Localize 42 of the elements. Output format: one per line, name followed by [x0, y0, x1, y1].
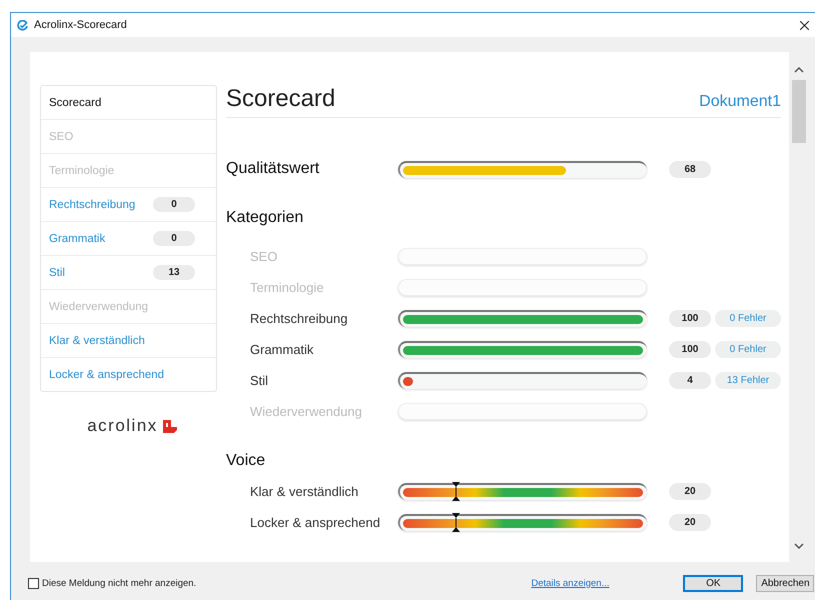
logo-icon — [162, 420, 178, 432]
app-icon — [17, 20, 28, 30]
score-value: 4 — [669, 372, 711, 389]
sidebar-item[interactable]: Grammatik 0 — [41, 222, 216, 256]
error-count[interactable]: 13 Fehler — [715, 372, 781, 389]
section-title: Voice — [226, 452, 266, 470]
sidebar-item[interactable]: Scorecard — [41, 86, 216, 120]
page-title: Scorecard — [226, 85, 336, 113]
sidebar-item[interactable]: Klar & verständlich — [41, 324, 216, 358]
sidebar-item[interactable]: Locker & ansprechend — [41, 358, 216, 391]
window-title: Acrolinx-Scorecard — [34, 19, 128, 31]
details-link[interactable]: Details anzeigen... — [531, 578, 610, 588]
ok-button[interactable]: OK — [683, 574, 744, 592]
checkbox-box[interactable] — [28, 578, 39, 588]
error-count[interactable]: 0 Fehler — [715, 341, 781, 358]
category-label: Wiederverwendung — [249, 404, 364, 419]
voice-label: Locker & ansprechend — [249, 515, 382, 530]
sidebar-item[interactable]: Rechtschreibung 0 — [41, 188, 216, 222]
category-label: Stil — [249, 373, 270, 388]
score-value: 68 — [669, 160, 711, 178]
checkbox-label[interactable]: Diese Meldung nicht mehr anzeigen. — [42, 578, 196, 588]
document-name: Dokument1 — [699, 93, 781, 111]
sidebar-item[interactable]: Stil 13 — [41, 256, 216, 290]
score-value: 20 — [669, 514, 711, 531]
score-value: 20 — [669, 483, 711, 500]
category-label: Rechtschreibung — [249, 311, 349, 326]
error-count[interactable]: 0 Fehler — [715, 310, 781, 327]
voice-label: Klar & verständlich — [249, 484, 360, 499]
category-label: SEO — [249, 249, 278, 264]
quality-label: Qualitätswert — [226, 160, 320, 178]
score-value: 100 — [669, 341, 711, 358]
logo-text: acrolinx — [87, 416, 158, 436]
category-label: Terminologie — [249, 280, 325, 295]
score-value: 100 — [669, 310, 711, 327]
count-badge: 0 — [153, 197, 195, 212]
cancel-button[interactable]: Abbrechen — [756, 574, 814, 592]
category-label: Grammatik — [249, 342, 315, 357]
close-icon[interactable] — [800, 20, 809, 30]
section-title: Kategorien — [226, 209, 304, 227]
count-badge: 13 — [153, 265, 195, 280]
scrollbar-thumb[interactable] — [792, 80, 806, 143]
count-badge: 0 — [153, 231, 195, 246]
